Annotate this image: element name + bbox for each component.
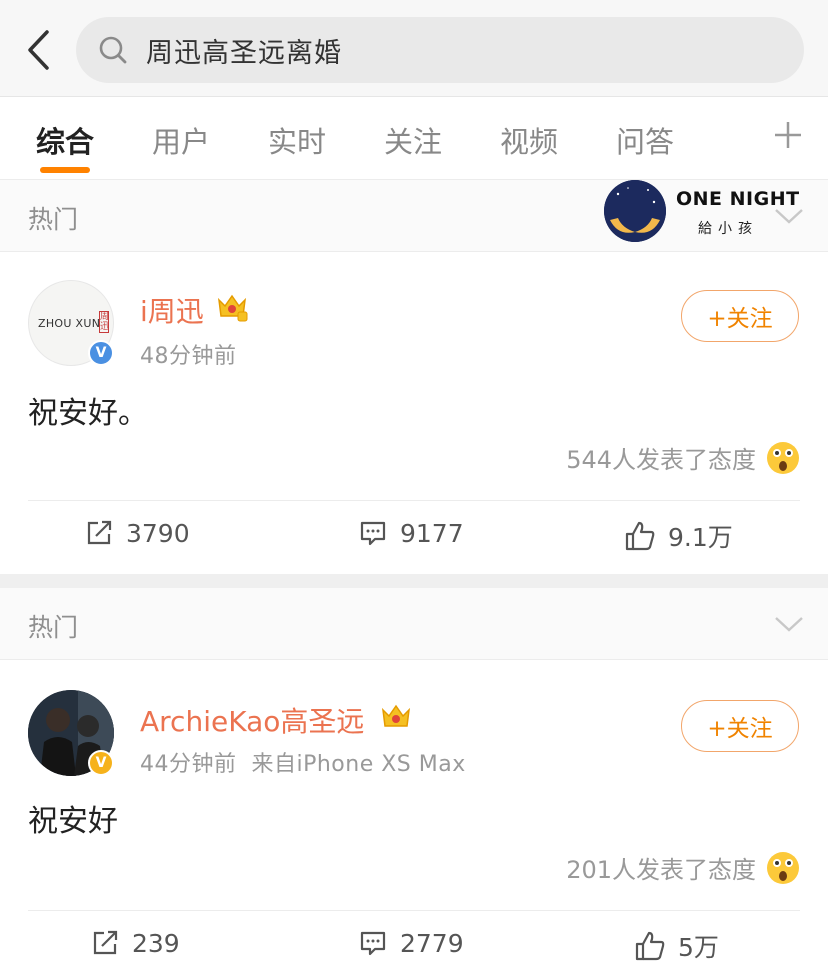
tab-users[interactable]: 用户 xyxy=(152,119,210,161)
search-icon xyxy=(98,35,128,65)
username[interactable]: i周迅 xyxy=(140,290,204,330)
avatar-seal: 周迅 xyxy=(99,311,110,333)
repost-button[interactable]: 239 xyxy=(90,928,180,958)
like-count: 9.1万 xyxy=(668,523,733,552)
section-label: 热门 xyxy=(28,205,79,234)
comment-count: 9177 xyxy=(400,518,464,548)
section-header-hot: 热门 xyxy=(0,588,828,660)
comment-button[interactable]: 9177 xyxy=(358,518,464,548)
post-text: 祝安好。 xyxy=(28,396,148,431)
crown-vip-icon xyxy=(380,702,412,732)
tab-following[interactable]: 关注 xyxy=(384,119,442,161)
chevron-down-icon[interactable] xyxy=(772,612,806,636)
surprised-emoji-icon xyxy=(766,851,800,885)
back-icon[interactable] xyxy=(18,24,58,76)
crown-vip-icon xyxy=(216,292,248,322)
comment-icon xyxy=(360,931,386,956)
repost-count: 239 xyxy=(132,928,180,958)
search-input[interactable]: 周迅高圣远离婚 xyxy=(76,17,804,83)
tab-realtime[interactable]: 实时 xyxy=(268,119,326,161)
follow-button[interactable]: +关注 xyxy=(681,290,799,342)
search-query: 周迅高圣远离婚 xyxy=(146,37,342,69)
repost-count: 3790 xyxy=(126,518,190,548)
attitude-count: 544人发表了态度 xyxy=(566,446,756,474)
post-text: 祝安好 xyxy=(28,804,118,839)
divider xyxy=(28,500,800,501)
tab-comprehensive[interactable]: 综合 xyxy=(36,119,94,161)
ad-title: ONE NIGHT xyxy=(676,188,800,210)
ad-logo[interactable]: ONE NIGHT 給小孩 xyxy=(604,180,804,246)
post-time-source: 44分钟前 来自iPhone XS Max xyxy=(140,752,466,777)
comment-count: 2779 xyxy=(400,928,464,958)
username[interactable]: ArchieKao高圣远 xyxy=(140,700,364,740)
divider xyxy=(28,910,800,911)
comment-icon xyxy=(360,521,386,546)
attitude-summary[interactable]: 201人发表了态度 xyxy=(566,850,800,885)
section-label: 热门 xyxy=(28,613,79,642)
comment-button[interactable]: 2779 xyxy=(358,928,464,958)
repost-icon xyxy=(93,930,118,955)
follow-button[interactable]: +关注 xyxy=(681,700,799,752)
ad-subtitle: 給小孩 xyxy=(698,221,758,237)
verified-badge-icon: V xyxy=(88,750,114,776)
verified-badge-icon: V xyxy=(88,340,114,366)
card-gap xyxy=(0,574,828,588)
add-tab-icon[interactable] xyxy=(770,115,806,155)
avatar-text: ZHOU XUN xyxy=(38,317,101,330)
tab-video[interactable]: 视频 xyxy=(500,119,558,161)
tab-bar: 综合 用户 实时 关注 视频 问答 xyxy=(0,96,828,180)
thumbs-up-icon xyxy=(625,521,655,551)
thumbs-up-icon xyxy=(635,931,665,961)
post-card: ZHOU XUN 周迅 V i周迅 48分钟前 +关注 祝安好。 544人发表了… xyxy=(0,252,828,574)
moon-hands-icon xyxy=(604,180,666,242)
attitude-summary[interactable]: 544人发表了态度 xyxy=(566,440,800,475)
repost-icon xyxy=(87,520,112,545)
post-card: V ArchieKao高圣远 44分钟前 来自iPhone XS Max +关注… xyxy=(0,660,828,980)
repost-button[interactable]: 3790 xyxy=(84,518,190,548)
tab-qa[interactable]: 问答 xyxy=(616,119,674,161)
like-button[interactable]: 5万 xyxy=(634,928,719,964)
like-count: 5万 xyxy=(678,933,719,962)
top-bar: 周迅高圣远离婚 xyxy=(0,0,828,96)
surprised-emoji-icon xyxy=(766,441,800,475)
post-time: 48分钟前 xyxy=(140,344,237,369)
active-tab-indicator xyxy=(40,167,90,173)
like-button[interactable]: 9.1万 xyxy=(624,518,733,554)
attitude-count: 201人发表了态度 xyxy=(566,856,756,884)
